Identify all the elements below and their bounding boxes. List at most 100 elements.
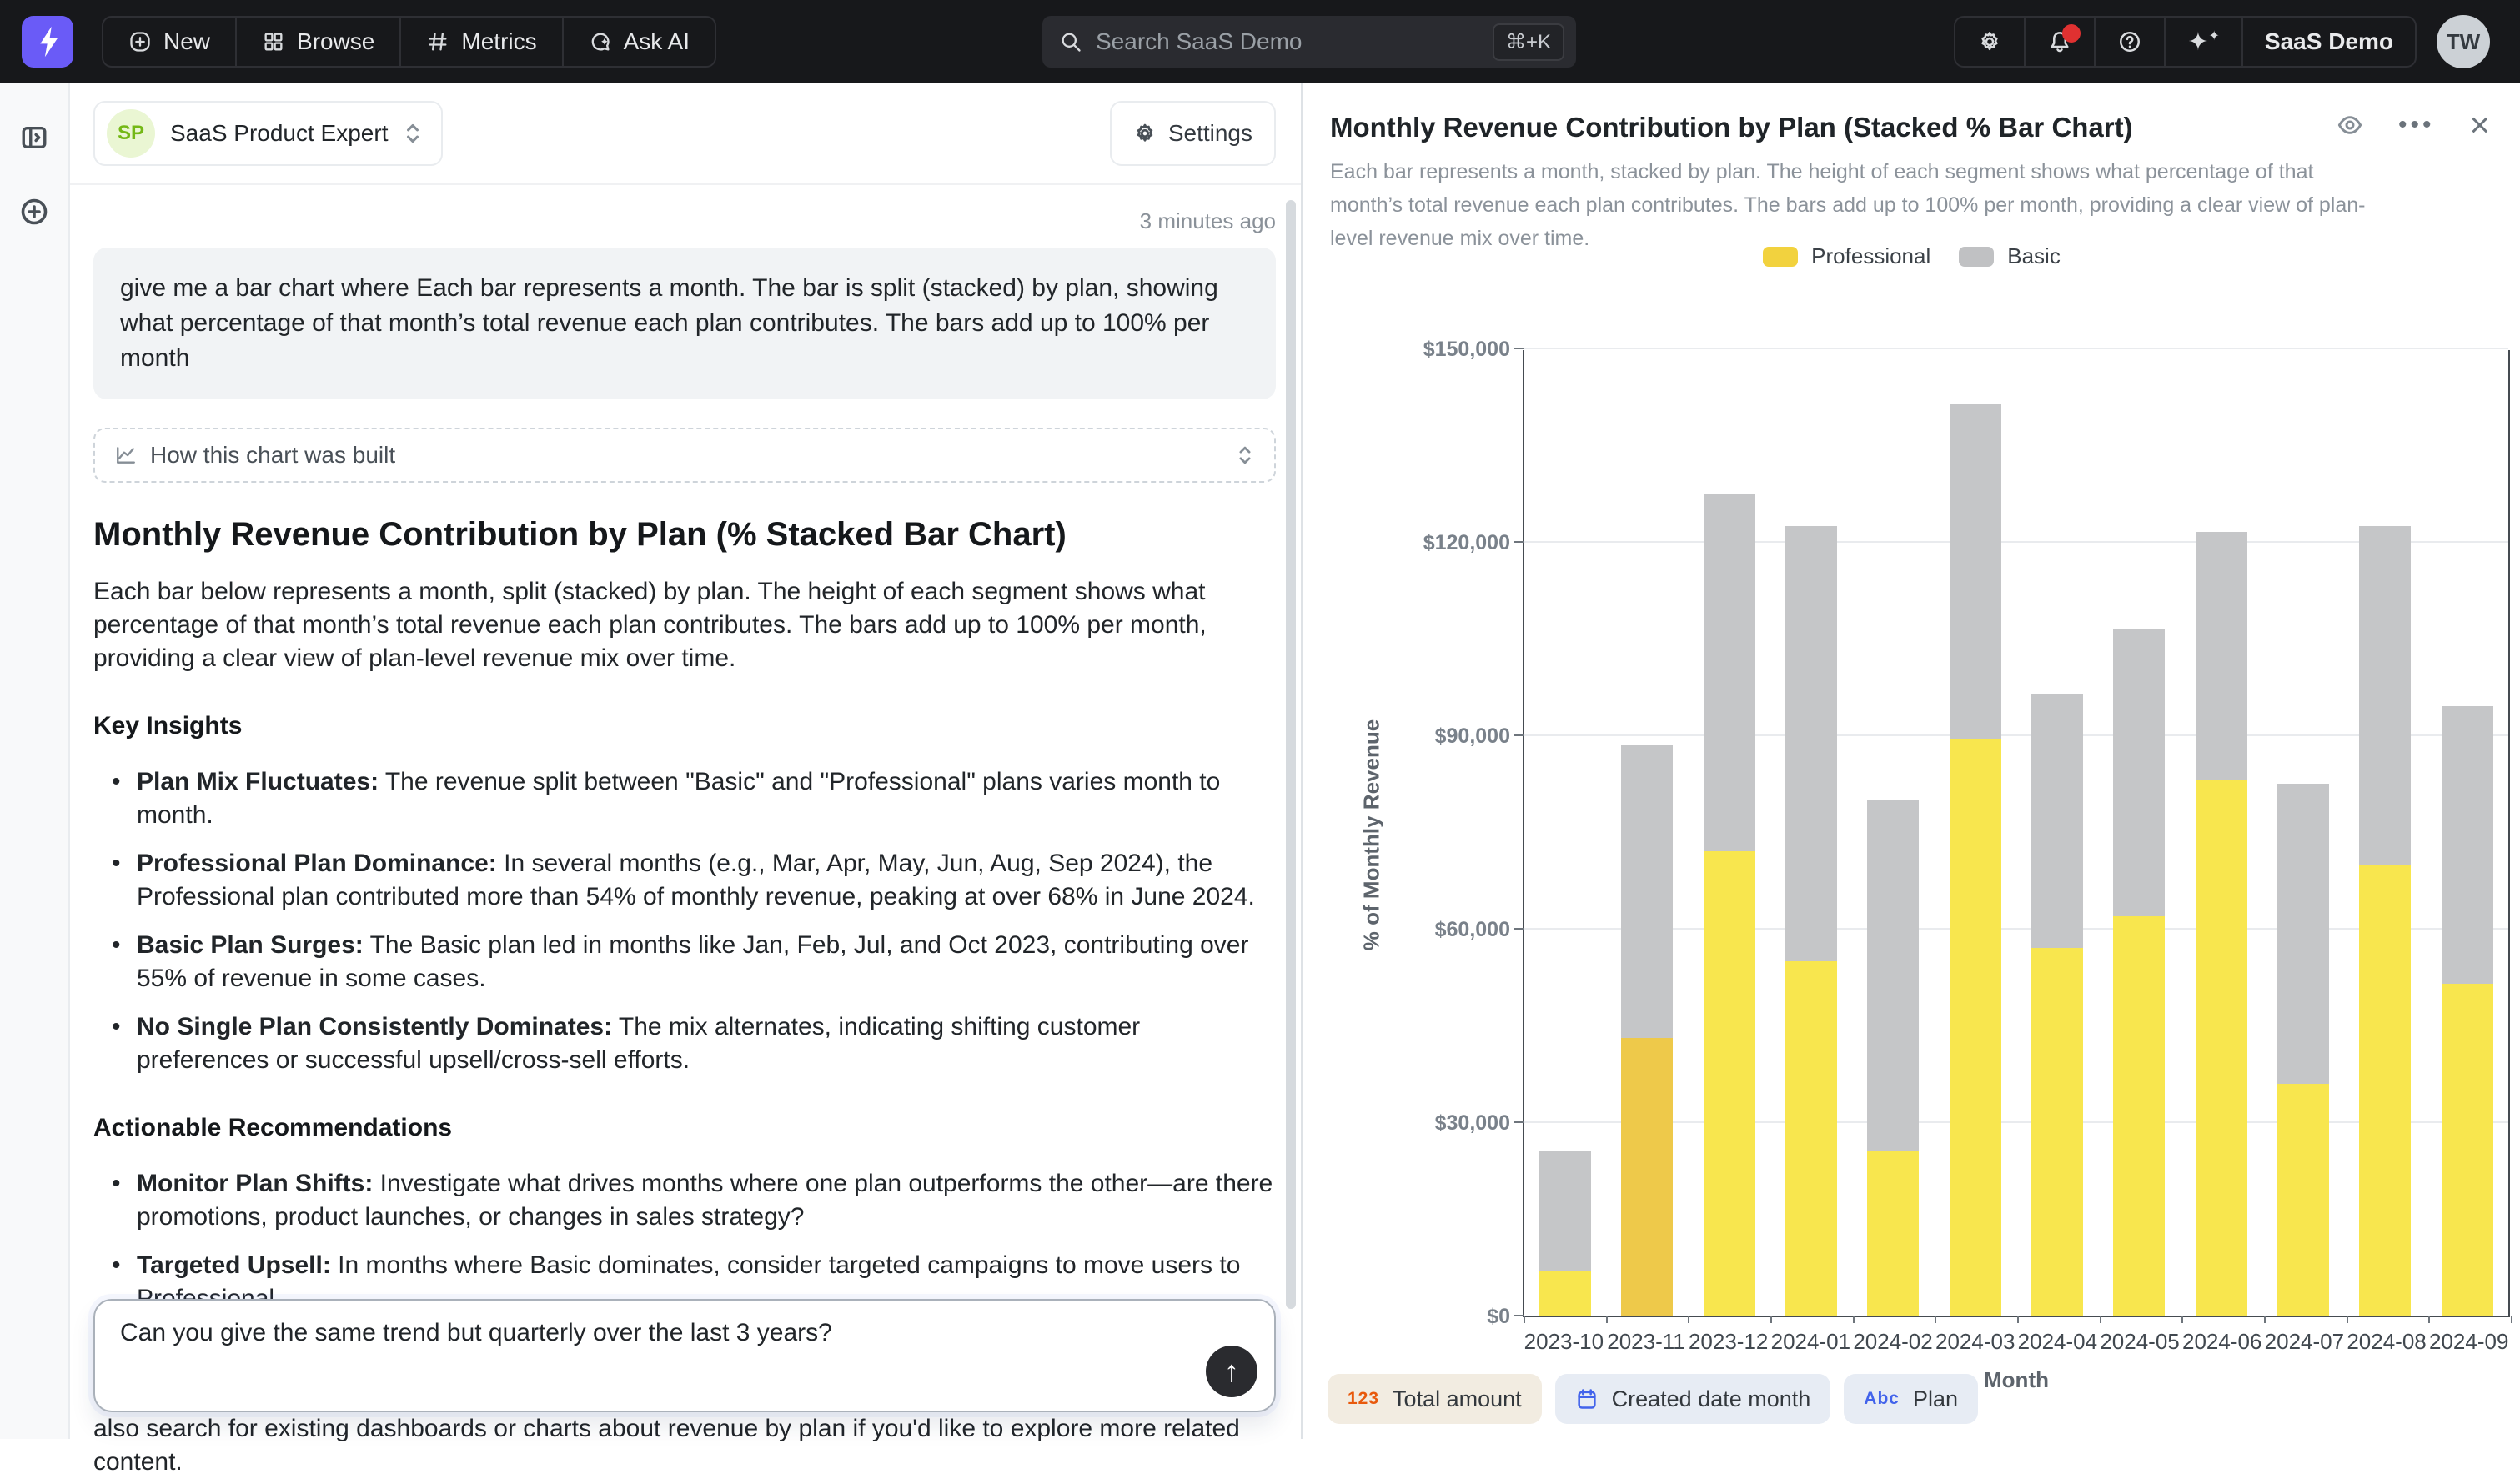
eye-icon[interactable] — [2337, 112, 2363, 138]
tag-plan[interactable]: Abc Plan — [1844, 1374, 1978, 1424]
send-button[interactable]: ↑ — [1206, 1346, 1257, 1397]
x-tick-label: 2024-01 — [1770, 1329, 1852, 1355]
segment-basic[interactable] — [2277, 784, 2329, 1084]
nav-item-metrics[interactable]: Metrics — [401, 18, 563, 66]
agent-selector[interactable]: SP SaaS Product Expert — [93, 101, 443, 166]
x-tick-label: 2023-10 — [1523, 1329, 1605, 1355]
x-tick-label: 2024-08 — [2346, 1329, 2428, 1355]
segment-basic[interactable] — [1539, 1151, 1591, 1271]
chat-input-value[interactable]: Can you give the same trend but quarterl… — [120, 1319, 1182, 1347]
agent-settings-button[interactable]: Settings — [1110, 101, 1276, 166]
bar-2024-07[interactable] — [2262, 784, 2344, 1316]
agent-avatar: SP — [107, 109, 155, 158]
segment-professional[interactable] — [1950, 739, 2001, 1316]
legend-swatch — [1763, 247, 1798, 267]
bar-2024-03[interactable] — [1935, 404, 2016, 1316]
segment-professional[interactable] — [2196, 780, 2247, 1316]
project-switcher[interactable]: SaaS Demo — [2243, 18, 2415, 66]
segment-basic[interactable] — [1785, 526, 1837, 961]
global-search-input[interactable]: Search SaaS Demo ⌘+K — [1042, 16, 1576, 68]
bar-2024-01[interactable] — [1770, 526, 1852, 1316]
insights-heading: Key Insights — [93, 712, 1276, 740]
bar-2024-04[interactable] — [2016, 694, 2098, 1316]
segment-basic[interactable] — [1867, 800, 1919, 1151]
legend-item-basic[interactable]: Basic — [1959, 243, 2061, 269]
segment-basic[interactable] — [1704, 494, 1755, 851]
bar-2024-02[interactable] — [1852, 800, 1934, 1316]
segment-professional[interactable] — [2277, 1084, 2329, 1316]
user-avatar[interactable]: TW — [2437, 15, 2490, 68]
stacked-bar-chart — [1523, 350, 2510, 1317]
navbar-controls: ✦✦ SaaS Demo — [1954, 16, 2417, 68]
message-timestamp: 3 minutes ago — [93, 208, 1276, 234]
app-logo[interactable] — [22, 16, 73, 68]
bar-2023-12[interactable] — [1689, 494, 1770, 1316]
bar-2024-05[interactable] — [2098, 629, 2180, 1316]
recommendations-heading: Actionable Recommendations — [93, 1114, 1276, 1142]
top-navbar: New Browse Metrics Ask AI Search SaaS De… — [0, 0, 2520, 83]
agent-name: SaaS Product Expert — [170, 120, 388, 147]
nav-item-label: Ask AI — [624, 28, 690, 55]
close-icon[interactable]: × — [2469, 113, 2490, 137]
bar-2023-11[interactable] — [1606, 745, 1688, 1316]
field-tags: 123 Total amount Created date month Abc … — [1328, 1374, 1978, 1424]
segment-professional[interactable] — [1621, 1038, 1673, 1316]
insights-list: Plan Mix Fluctuates: The revenue split b… — [93, 765, 1276, 1077]
search-icon — [1059, 30, 1082, 53]
list-item: No Single Plan Consistently Dominates: T… — [93, 1010, 1276, 1077]
segment-basic[interactable] — [2113, 629, 2165, 915]
segment-basic[interactable] — [2442, 706, 2493, 984]
chat-scrollbar[interactable] — [1286, 200, 1296, 1309]
segment-professional[interactable] — [2031, 948, 2083, 1316]
ask-ai-icon — [589, 30, 612, 53]
bar-2024-06[interactable] — [2181, 532, 2262, 1316]
ai-sparkles-button[interactable]: ✦✦ — [2166, 18, 2243, 66]
segment-basic[interactable] — [1621, 745, 1673, 1039]
segment-basic[interactable] — [2196, 532, 2247, 780]
chat-panel: SP SaaS Product Expert Settings 3 minute… — [70, 83, 1301, 1439]
segment-professional[interactable] — [2442, 984, 2493, 1316]
list-item: Basic Plan Surges: The Basic plan led in… — [93, 929, 1276, 995]
nav-item-browse[interactable]: Browse — [237, 18, 401, 66]
bar-2024-09[interactable] — [2427, 706, 2508, 1316]
toggle-sidebar-icon[interactable] — [20, 123, 48, 152]
y-tick-label: $90,000 — [1310, 724, 1510, 749]
tag-created-date-month[interactable]: Created date month — [1555, 1374, 1831, 1424]
response-intro: Each bar below represents a month, split… — [93, 575, 1276, 675]
segment-professional[interactable] — [1539, 1271, 1591, 1316]
agent-initials: SP — [118, 122, 144, 145]
notifications-button[interactable] — [2026, 18, 2096, 66]
x-tick-label: 2024-02 — [1852, 1329, 1935, 1355]
nav-item-new[interactable]: New — [103, 18, 237, 66]
search-shortcut-badge: ⌘+K — [1493, 23, 1564, 61]
nav-item-ask-ai[interactable]: Ask AI — [564, 18, 715, 66]
how-chart-built-toggle[interactable]: How this chart was built — [93, 428, 1276, 483]
new-thread-icon[interactable] — [19, 197, 49, 227]
avatar-initials: TW — [2447, 29, 2480, 55]
chat-thread: 3 minutes ago give me a bar chart where … — [70, 185, 1301, 1479]
segment-professional[interactable] — [2359, 865, 2411, 1316]
plus-square-icon — [128, 30, 152, 53]
chat-input[interactable]: Can you give the same trend but quarterl… — [93, 1299, 1276, 1412]
segment-professional[interactable] — [2113, 916, 2165, 1316]
chart-legend: Professional Basic — [1303, 243, 2520, 269]
y-axis-title: % of Monthly Revenue — [1359, 660, 1385, 1010]
settings-gear-button[interactable] — [1955, 18, 2026, 66]
segment-professional[interactable] — [1785, 961, 1837, 1316]
bar-2024-08[interactable] — [2344, 526, 2426, 1316]
segment-professional[interactable] — [1867, 1151, 1919, 1316]
tag-total-amount[interactable]: 123 Total amount — [1328, 1374, 1542, 1424]
help-button[interactable] — [2096, 18, 2166, 66]
x-tick-label: 2023-11 — [1605, 1329, 1688, 1355]
segment-basic[interactable] — [2359, 526, 2411, 865]
list-item: Professional Plan Dominance: In several … — [93, 847, 1276, 914]
bar-2023-10[interactable] — [1524, 1151, 1606, 1316]
segment-professional[interactable] — [1704, 851, 1755, 1316]
more-options-icon[interactable]: ••• — [2398, 121, 2435, 129]
legend-item-professional[interactable]: Professional — [1763, 243, 1930, 269]
segment-basic[interactable] — [1950, 404, 2001, 739]
legend-label: Basic — [2007, 243, 2061, 269]
legend-swatch — [1959, 247, 1994, 267]
segment-basic[interactable] — [2031, 694, 2083, 948]
how-chart-built-label: How this chart was built — [150, 442, 395, 469]
